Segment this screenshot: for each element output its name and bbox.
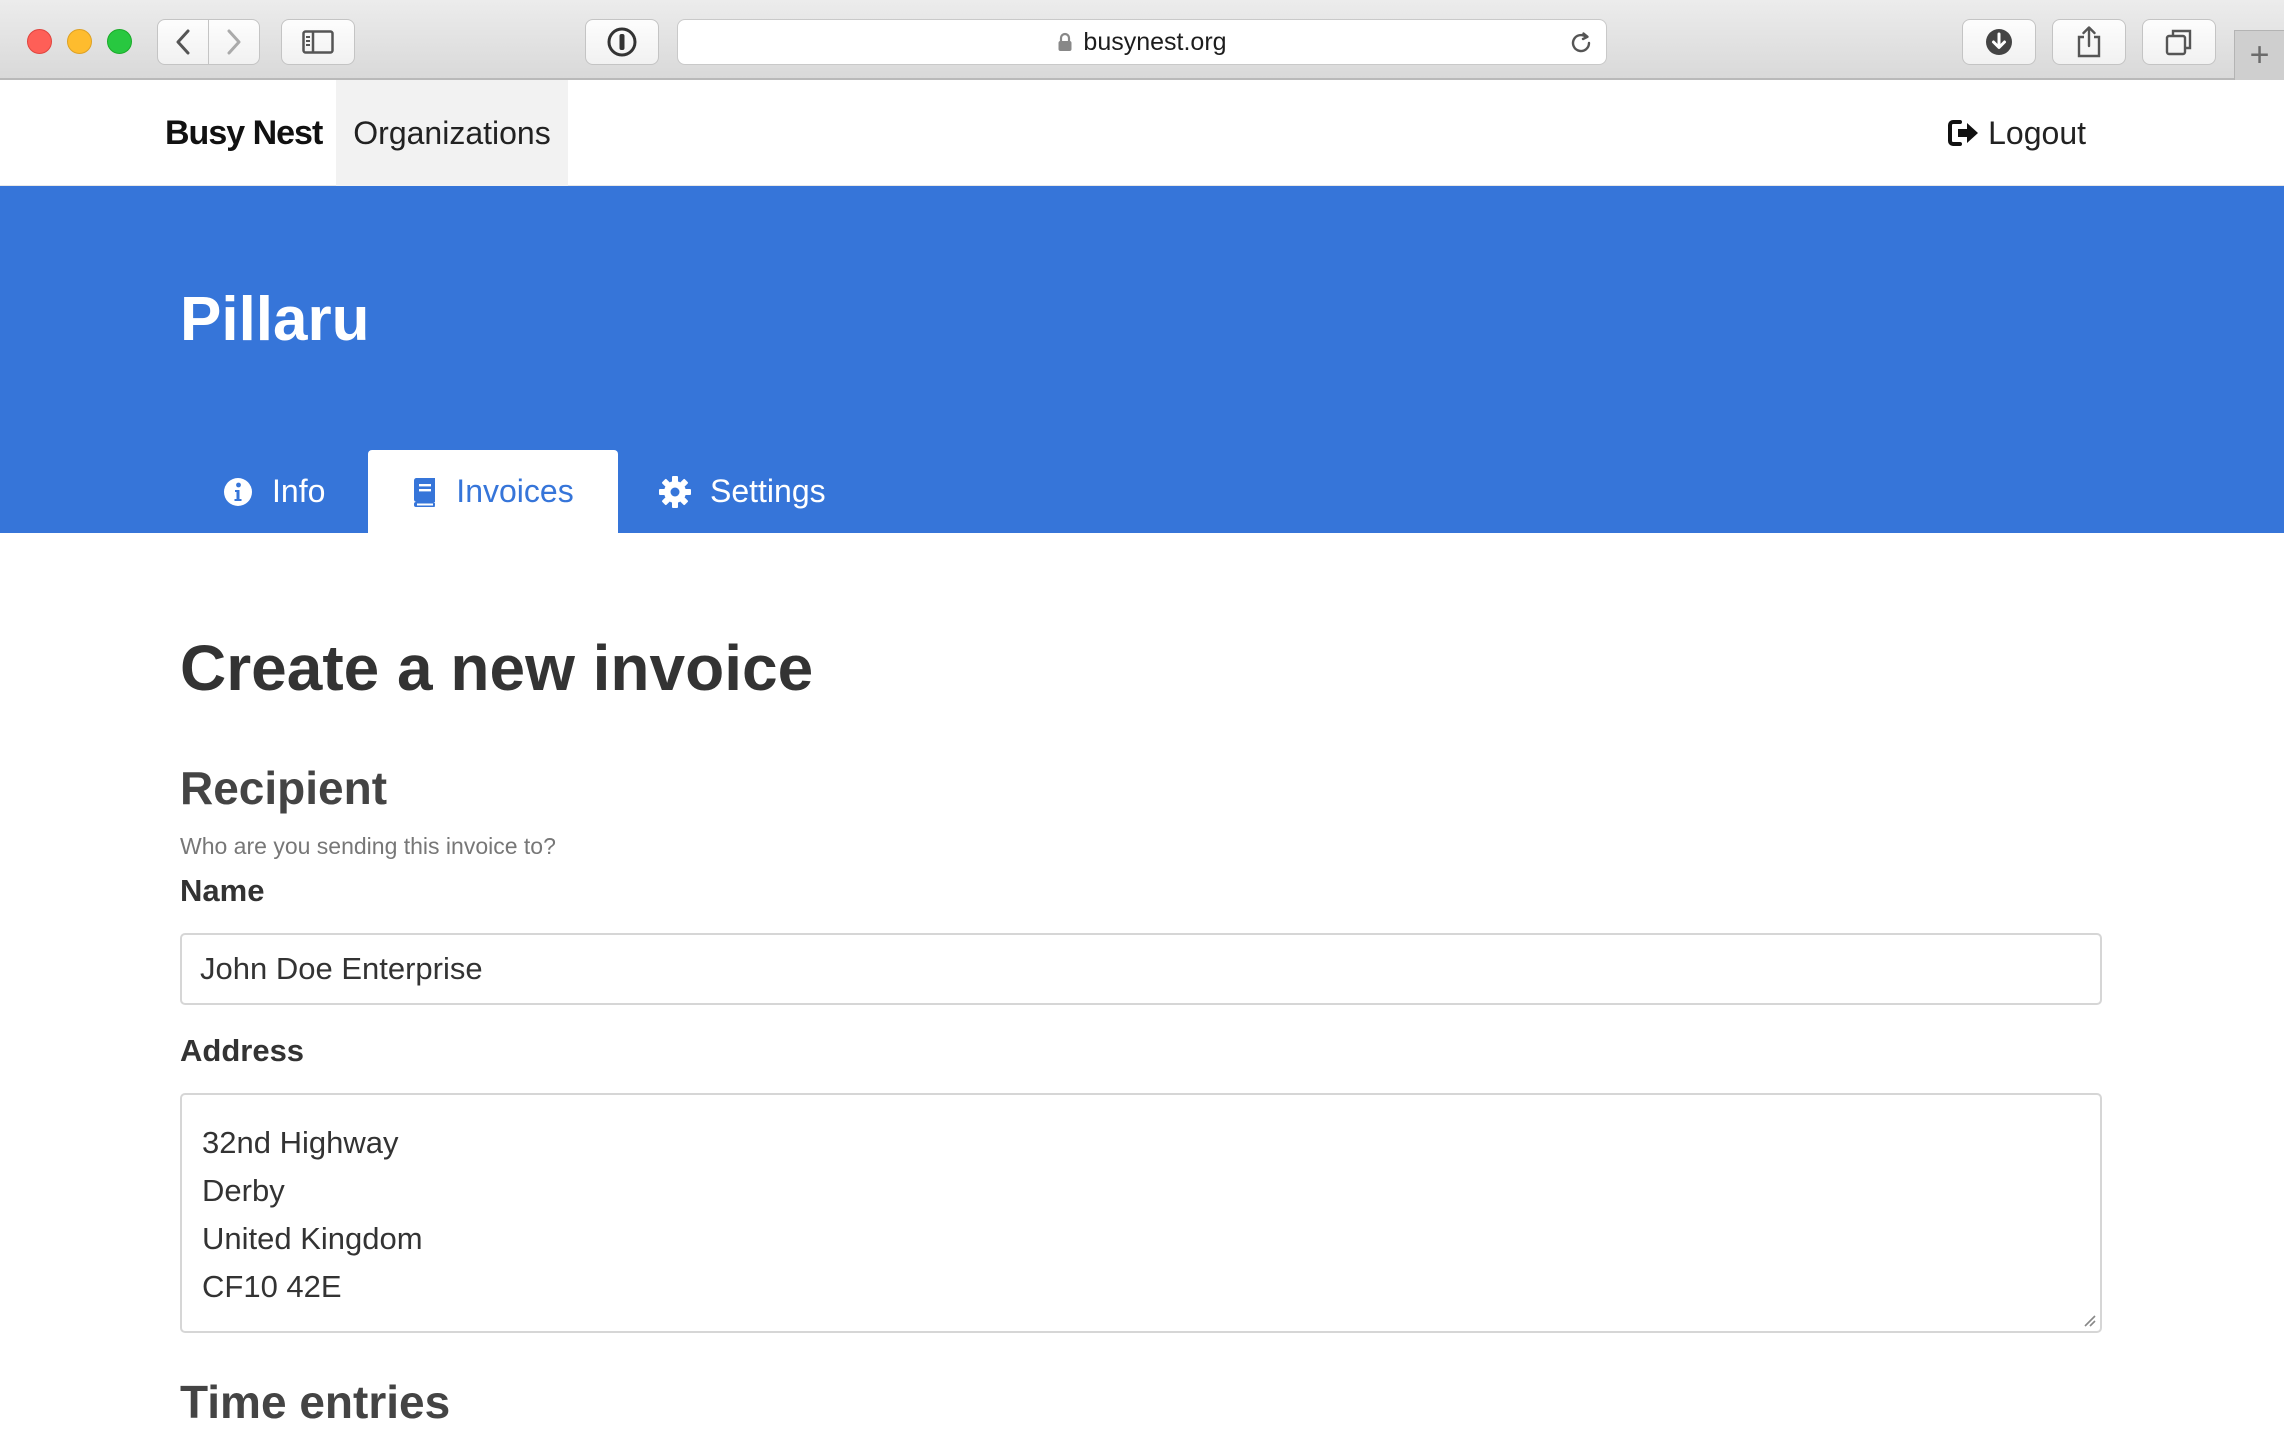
url-text: busynest.org <box>1083 27 1227 56</box>
new-tab-button[interactable]: + <box>2234 30 2284 80</box>
chevron-right-icon <box>227 29 241 55</box>
plus-icon: + <box>2249 36 2270 74</box>
password-manager-icon <box>607 27 637 57</box>
lock-icon <box>1058 32 1072 51</box>
logout-link[interactable]: Logout <box>1948 80 2086 186</box>
minimize-window-button[interactable] <box>67 29 92 54</box>
sidebar-button[interactable] <box>281 19 355 65</box>
time-entries-heading: Time entries <box>180 1376 451 1428</box>
recipient-name-input[interactable] <box>180 933 2102 1005</box>
organization-tabs: Info Invoices Settings <box>0 450 2284 533</box>
organization-title: Pillaru <box>180 285 370 354</box>
tab-info-label: Info <box>272 473 326 509</box>
browser-toolbar: busynest.org + <box>0 0 2284 80</box>
address-line: Derby <box>202 1173 285 1208</box>
name-label: Name <box>180 873 265 908</box>
password-manager-button[interactable] <box>585 19 659 65</box>
browser-window: busynest.org + Busy Nest Organizations L… <box>0 0 2284 1440</box>
brand-logo[interactable]: Busy Nest <box>165 80 323 186</box>
nav-organizations-label: Organizations <box>353 114 551 151</box>
tab-invoices[interactable]: Invoices <box>368 450 618 533</box>
tab-invoices-label: Invoices <box>456 473 574 509</box>
chevron-left-icon <box>176 29 190 55</box>
reload-icon[interactable] <box>1568 30 1594 56</box>
back-button[interactable] <box>157 19 209 65</box>
address-line: 32nd Highway <box>202 1125 399 1160</box>
share-button[interactable] <box>2052 19 2126 65</box>
download-icon <box>1986 29 2012 55</box>
organization-hero: Pillaru Info Invoices Settings <box>0 186 2284 533</box>
tab-settings[interactable]: Settings <box>658 450 826 533</box>
tabs-icon <box>2165 29 2192 56</box>
zoom-window-button[interactable] <box>107 29 132 54</box>
address-label: Address <box>180 1033 305 1068</box>
downloads-button[interactable] <box>1962 19 2036 65</box>
close-window-button[interactable] <box>27 29 52 54</box>
nav-organizations-link[interactable]: Organizations <box>336 80 568 186</box>
tabs-overview-button[interactable] <box>2142 19 2216 65</box>
sign-out-icon <box>1948 120 1979 146</box>
page-title: Create a new invoice <box>180 632 814 704</box>
resize-grip-icon[interactable] <box>2082 1313 2096 1327</box>
address-line: United Kingdom <box>202 1221 423 1256</box>
address-line: CF10 42E <box>202 1269 342 1304</box>
app-navbar: Busy Nest Organizations Logout <box>0 80 2284 186</box>
forward-button[interactable] <box>208 19 260 65</box>
tab-info[interactable]: Info <box>222 450 325 533</box>
address-bar[interactable]: busynest.org <box>677 19 1607 65</box>
book-icon <box>414 477 436 507</box>
gear-icon <box>659 475 691 508</box>
tab-settings-label: Settings <box>710 473 826 509</box>
recipient-hint: Who are you sending this invoice to? <box>180 833 556 859</box>
recipient-address-textarea[interactable]: 32nd Highway Derby United Kingdom CF10 4… <box>180 1093 2102 1333</box>
recipient-heading: Recipient <box>180 762 388 814</box>
sidebar-icon <box>302 30 334 54</box>
history-nav <box>157 19 261 65</box>
logout-label: Logout <box>1988 114 2086 151</box>
share-icon <box>2077 26 2101 58</box>
info-icon <box>224 477 252 506</box>
